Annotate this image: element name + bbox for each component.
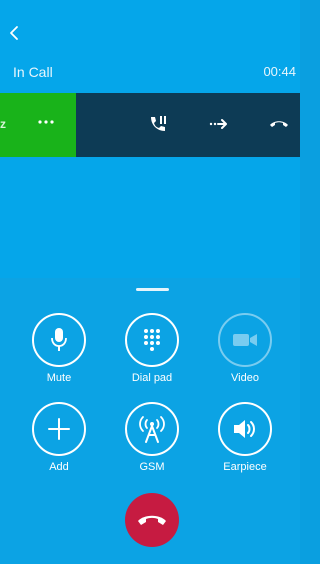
chevron-left-icon — [10, 26, 18, 40]
title-row: In Call 00:44 — [0, 62, 300, 84]
more-dots-icon — [38, 120, 54, 124]
earpiece-circle — [218, 402, 272, 456]
swiped-call-actions: z — [0, 93, 76, 157]
back-button[interactable] — [2, 20, 26, 46]
transfer-arrow-icon — [209, 119, 227, 129]
call-merge-icon — [151, 116, 166, 131]
gsm-button[interactable]: GSM — [117, 402, 187, 473]
mute-label: Mute — [46, 372, 72, 384]
add-call-button[interactable]: Add — [24, 402, 94, 473]
dial-pad-label: Dial pad — [131, 372, 173, 384]
call-timer: 00:44 — [263, 64, 296, 79]
earpiece-label: Earpiece — [223, 461, 267, 473]
earpiece-button[interactable]: Earpiece — [210, 402, 280, 473]
add-circle — [32, 402, 86, 456]
call-merge-button[interactable] — [147, 113, 169, 135]
add-label: Add — [49, 461, 69, 473]
mute-button[interactable]: Mute — [24, 313, 94, 384]
video-circle — [218, 313, 272, 367]
microphone-icon — [51, 328, 67, 351]
call-header-area: In Call 00:44 z — [0, 0, 300, 278]
speaker-icon — [234, 420, 255, 438]
video-button[interactable]: Video — [210, 313, 280, 384]
drag-handle[interactable] — [136, 288, 169, 291]
call-strip: z — [0, 93, 300, 157]
page-title: In Call — [13, 64, 53, 80]
end-call-icon — [138, 515, 166, 525]
dial-pad-button[interactable]: Dial pad — [117, 313, 187, 384]
mute-circle — [32, 313, 86, 367]
video-label: Video — [231, 372, 259, 384]
end-call-button[interactable] — [125, 493, 179, 547]
partial-text: z — [0, 117, 6, 131]
gsm-circle — [125, 402, 179, 456]
gsm-label: GSM — [139, 461, 165, 473]
transfer-button[interactable] — [208, 113, 230, 135]
hangup-icon — [270, 121, 288, 127]
dial-pad-circle — [125, 313, 179, 367]
video-camera-icon — [233, 334, 257, 346]
more-button[interactable] — [37, 114, 55, 130]
hangup-button[interactable] — [268, 113, 290, 135]
plus-icon — [48, 418, 70, 440]
dialpad-icon — [144, 329, 160, 351]
antenna-icon — [139, 416, 165, 443]
